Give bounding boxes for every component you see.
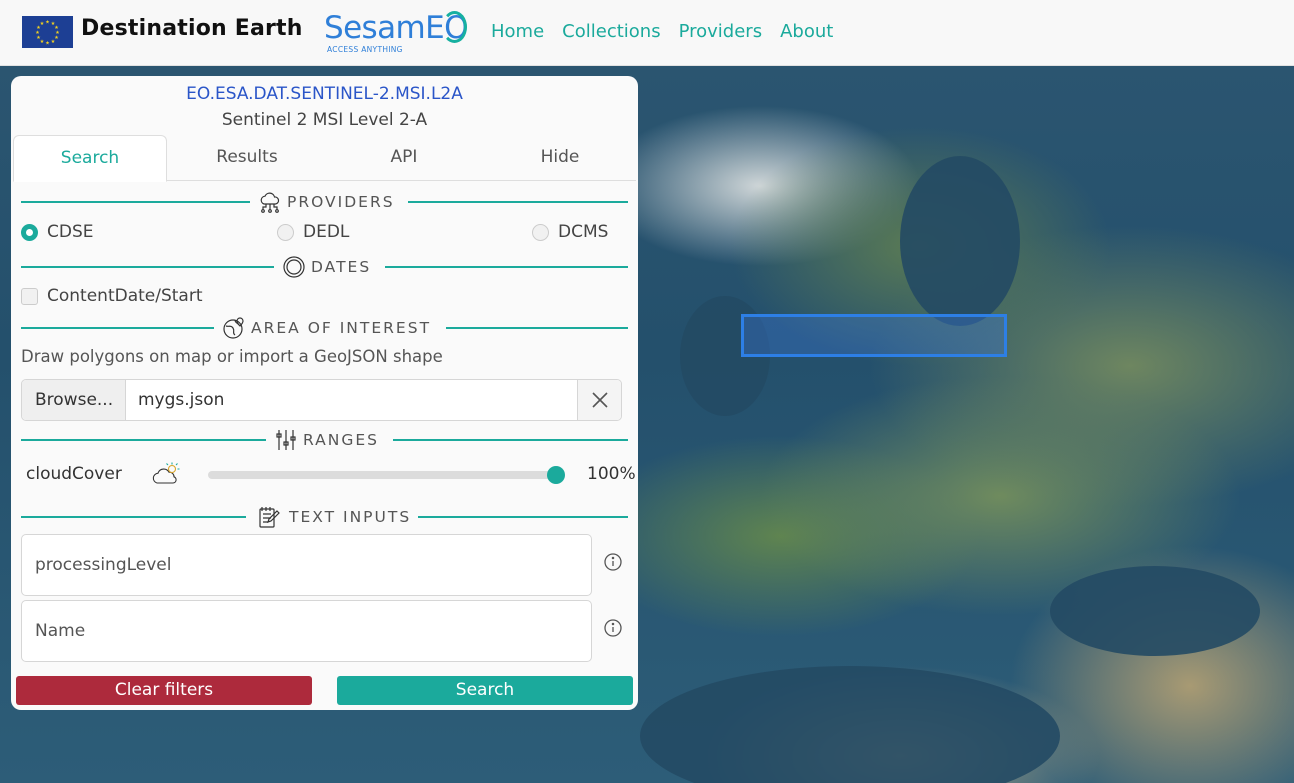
tab-results[interactable]: Results — [170, 135, 324, 181]
destination-earth-title: Destination Earth — [81, 16, 303, 41]
cloud-cover-range: cloudCover 100% — [21, 460, 636, 490]
content-date-start-checkbox[interactable]: ContentDate/Start — [21, 285, 203, 307]
cloud-network-icon — [258, 190, 282, 214]
divider-line — [21, 516, 246, 518]
processing-level-field — [21, 534, 592, 596]
divider-line — [21, 266, 274, 268]
provider-option-dcms[interactable]: DCMS — [532, 221, 608, 243]
radio-selected-indicator — [21, 223, 38, 241]
providers-section-header: PROVIDERS — [21, 190, 628, 214]
provider-label: DEDL — [303, 222, 350, 242]
processing-level-input[interactable] — [22, 535, 591, 595]
aoi-hint-text: Draw polygons on map or import a GeoJSON… — [21, 347, 443, 366]
nav-collections[interactable]: Collections — [562, 21, 660, 42]
area-of-interest-rectangle[interactable] — [741, 314, 1007, 357]
divider-line — [418, 516, 628, 518]
cloud-sun-icon — [151, 461, 181, 487]
eu-flag-logo: ★ ★ ★ ★ ★ ★ ★ ★ ★ ★ ★ ★ — [22, 16, 73, 48]
svg-text:★: ★ — [45, 20, 50, 26]
range-label: cloudCover — [26, 464, 122, 484]
notepad-pencil-icon — [257, 505, 281, 529]
divider-line — [21, 201, 250, 203]
divider-line — [385, 266, 628, 268]
search-button[interactable]: Search — [337, 676, 633, 705]
text-inputs-section-header: TEXT INPUTS — [21, 505, 628, 529]
svg-text:★: ★ — [51, 39, 56, 45]
nav-about[interactable]: About — [780, 21, 833, 42]
tab-search[interactable]: Search — [13, 135, 167, 182]
clear-file-button[interactable] — [577, 380, 621, 420]
geojson-file-input: Browse... mygs.json — [21, 379, 622, 421]
baltic-sea — [900, 156, 1020, 326]
sliders-icon — [274, 428, 298, 452]
nav-providers[interactable]: Providers — [679, 21, 763, 42]
selected-file-name: mygs.json — [138, 390, 225, 410]
name-input[interactable] — [22, 601, 591, 661]
ranges-section-header: RANGES — [21, 428, 628, 452]
text-inputs-heading: TEXT INPUTS — [289, 508, 412, 526]
aoi-heading: AREA OF INTEREST — [251, 319, 432, 337]
browse-button[interactable]: Browse... — [22, 380, 126, 420]
provider-option-cdse[interactable]: CDSE — [21, 221, 94, 243]
top-header: ★ ★ ★ ★ ★ ★ ★ ★ ★ ★ ★ ★ Destination Earth SesamE… — [0, 0, 1294, 66]
aoi-section-header: AREA OF INTEREST — [21, 316, 628, 340]
collection-name: Sentinel 2 MSI Level 2-A — [221, 110, 428, 130]
divider-line — [393, 439, 628, 441]
divider-line — [21, 327, 214, 329]
range-value: 100% — [587, 464, 636, 484]
dates-section-header: DATES — [21, 255, 628, 279]
name-field — [21, 600, 592, 662]
collection-id-link[interactable]: EO.ESA.DAT.SENTINEL-2.MSI.L2A — [11, 84, 638, 104]
search-panel: EO.ESA.DAT.SENTINEL-2.MSI.L2A Sentinel 2… — [11, 76, 638, 710]
tab-hide[interactable]: Hide — [483, 135, 637, 181]
radio-indicator — [532, 223, 549, 241]
divider-line — [446, 327, 628, 329]
providers-heading: PROVIDERS — [287, 193, 395, 211]
calendar-clock-icon — [282, 255, 306, 279]
svg-text:★: ★ — [45, 41, 50, 47]
dates-heading: DATES — [311, 258, 372, 276]
sesameo-tagline: ACCESS ANYTHING — [327, 45, 403, 54]
divider-line — [21, 439, 266, 441]
mediterranean-sea — [640, 666, 1060, 783]
svg-text:★: ★ — [40, 21, 45, 27]
ranges-heading: RANGES — [303, 431, 379, 449]
checkbox-label: ContentDate/Start — [47, 286, 203, 306]
panel-tabs: Search Results API Hide — [13, 135, 637, 182]
divider-line — [408, 201, 628, 203]
radio-indicator — [277, 223, 294, 241]
black-sea — [1050, 566, 1260, 656]
provider-label: DCMS — [558, 222, 609, 242]
checkbox-box — [21, 287, 38, 305]
name-info-icon[interactable] — [603, 618, 623, 638]
sesameo-ring-icon — [442, 11, 467, 43]
provider-option-dedl[interactable]: DEDL — [277, 221, 349, 243]
main-nav: Home Collections Providers About — [491, 21, 851, 42]
nav-home[interactable]: Home — [491, 21, 544, 42]
provider-radio-group: CDSE DEDL DCMS — [21, 221, 628, 243]
slider-thumb[interactable] — [547, 466, 565, 484]
tab-api[interactable]: API — [327, 135, 481, 181]
provider-label: CDSE — [47, 222, 94, 242]
close-icon — [591, 392, 608, 408]
globe-pin-icon — [222, 316, 246, 340]
cloud-cover-slider[interactable] — [208, 466, 565, 484]
sesameo-logo[interactable]: SesamEO ACCESS ANYTHING — [324, 10, 468, 56]
clear-filters-button[interactable]: Clear filters — [16, 676, 312, 705]
processing-level-info-icon[interactable] — [603, 552, 623, 572]
